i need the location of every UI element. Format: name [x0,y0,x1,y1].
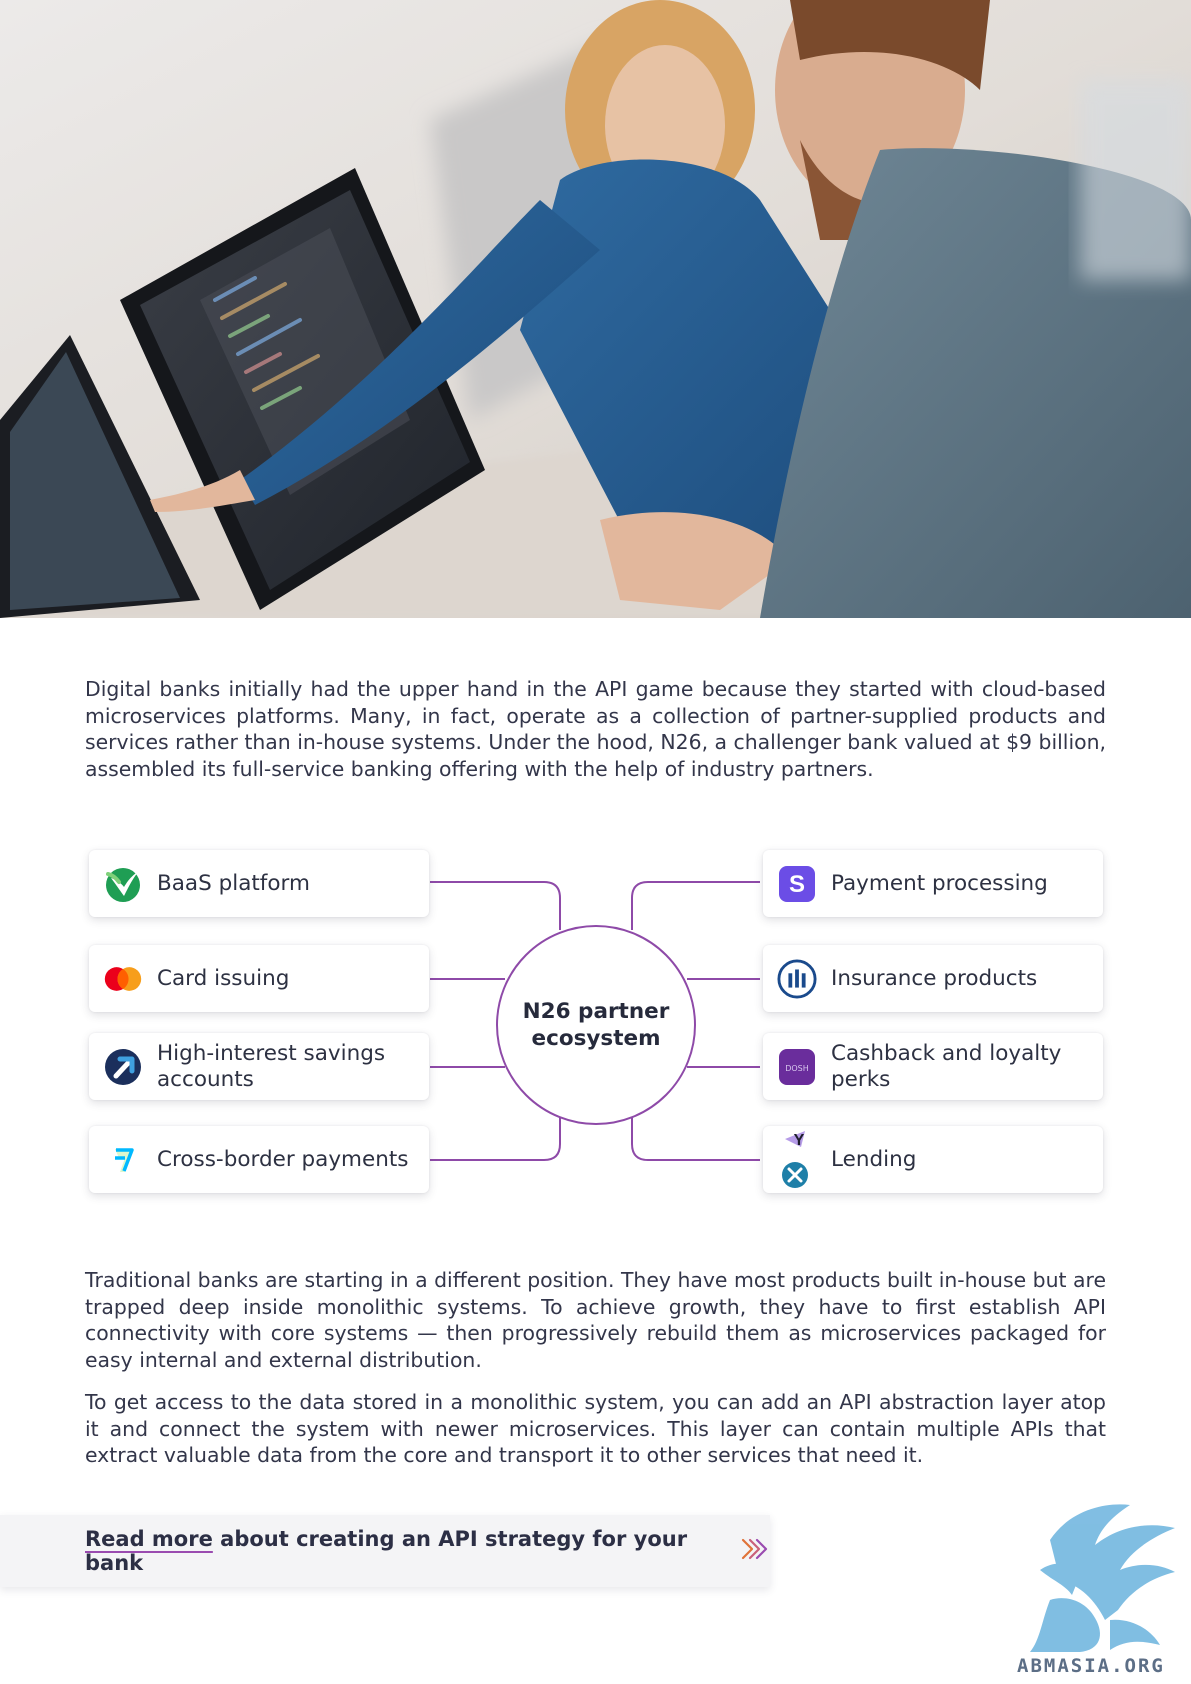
card-label: Insurance products [831,965,1038,991]
connector-baas [430,881,561,930]
mastercard-circles-icon [103,959,143,999]
read-more-text: Read more about creating an API strategy… [85,1527,726,1575]
card-high-interest-savings: High-interest savings accounts [89,1033,429,1100]
card-label: Cross-border payments [157,1146,409,1172]
ecosystem-hub: N26 partner ecosystem [496,925,696,1125]
abstraction-layer-paragraph: To get access to the data stored in a mo… [85,1390,1106,1467]
connector-lending [631,1118,760,1161]
connector-crossborder [430,1118,561,1161]
raisin-arrow-icon [103,1047,143,1087]
card-baas-platform: BaaS platform [89,850,429,917]
green-check-logo-icon [103,864,143,904]
card-lending: Y Lending [763,1126,1103,1193]
allianz-logo-icon [777,958,817,999]
watermark-text: ABMASIA.ORG [1017,1655,1165,1677]
hub-label: N26 partner ecosystem [522,999,670,1051]
card-label: Card issuing [157,965,290,991]
card-cross-border-payments: Cross-border payments [89,1126,429,1193]
card-payment-processing: S Payment processing [763,850,1103,917]
card-card-issuing: Card issuing [89,945,429,1012]
dosh-logo-icon: DOSH [777,1047,817,1087]
card-label: Cashback and loyalty perks [831,1040,1062,1092]
card-label: BaaS platform [157,870,310,896]
wise-flag-icon [103,1140,143,1180]
read-more-link[interactable]: Read more [85,1527,213,1551]
lending-logo-letter: Y [794,1132,805,1149]
card-cashback-loyalty: DOSH Cashback and loyalty perks [763,1033,1103,1100]
card-label: High-interest savings accounts [157,1040,386,1092]
s-logo-icon: S [777,864,817,904]
connector-payment [631,881,760,930]
read-more-banner[interactable]: Read more about creating an API strategy… [0,1515,770,1587]
s-logo-letter: S [789,871,805,898]
dosh-logo-text: DOSH [785,1064,809,1073]
card-insurance-products: Insurance products [763,945,1103,1012]
card-label: Lending [831,1146,917,1172]
traditional-banks-paragraph: Traditional banks are starting in a diff… [85,1268,1106,1372]
card-label: Payment processing [831,870,1048,896]
lending-logos-icon: Y [777,1130,817,1188]
triple-chevron-icon[interactable] [740,1537,770,1565]
